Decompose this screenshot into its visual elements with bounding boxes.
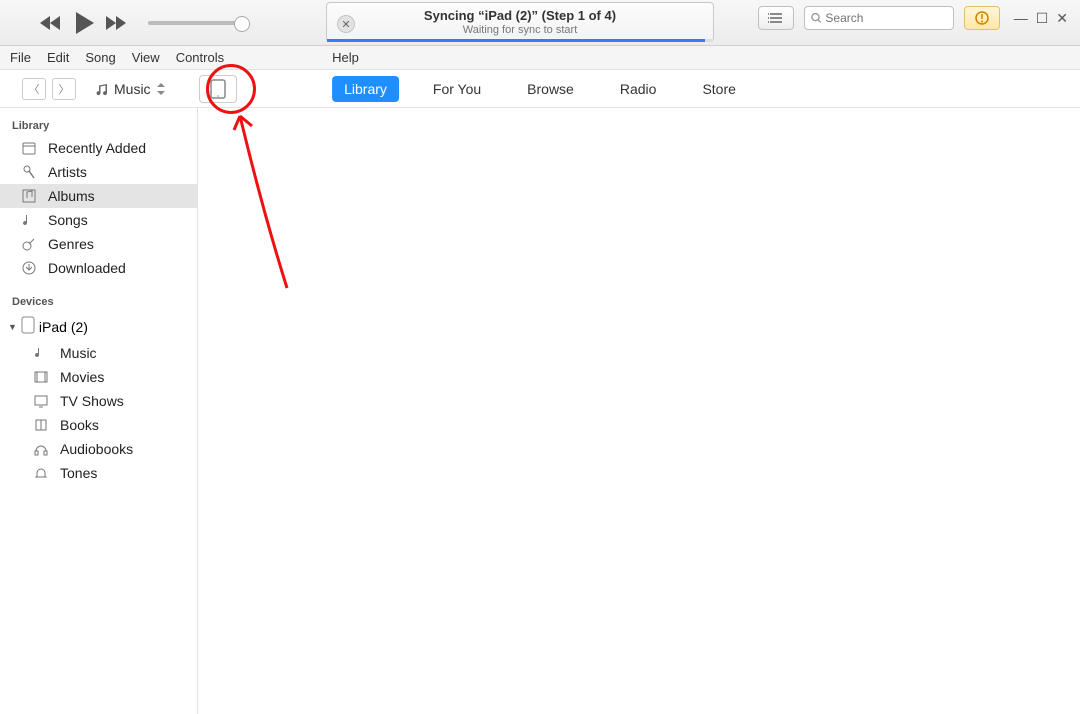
next-button[interactable] [106,16,128,30]
forward-button[interactable]: 〉 [52,78,76,100]
content-area [198,108,1080,714]
sidebar-item-songs[interactable]: Songs [0,208,197,232]
sidebar-item-label: Genres [48,236,94,252]
search-field[interactable] [825,11,946,25]
sidebar-item-label: Audiobooks [60,441,133,457]
chevron-updown-icon [157,83,165,95]
guitar-icon [20,236,38,252]
tab-store[interactable]: Store [690,76,747,102]
disclosure-triangle-icon[interactable]: ▼ [8,322,17,332]
music-icon [94,82,108,96]
sidebar-item-label: Songs [48,212,88,228]
search-input[interactable] [804,6,954,30]
volume-slider[interactable] [148,21,248,25]
back-button[interactable]: 〈 [22,78,46,100]
alert-button[interactable] [964,6,1000,30]
sidebar-item-label: Tones [60,465,97,481]
tab-library[interactable]: Library [332,76,399,102]
menu-help[interactable]: Help [332,50,359,65]
ipad-icon [210,79,226,99]
clock-icon [20,140,38,156]
menu-controls[interactable]: Controls [176,50,224,65]
sidebar-item-downloaded[interactable]: Downloaded [0,256,197,280]
previous-button[interactable] [40,16,62,30]
search-icon [811,12,822,24]
mic-icon [20,164,38,180]
download-icon [20,260,38,276]
sidebar-header-devices: Devices [0,290,197,312]
playback-controls [40,12,248,34]
sidebar-device-audiobooks[interactable]: Audiobooks [0,437,197,461]
menu-song[interactable]: Song [85,50,115,65]
minimize-button[interactable]: — [1014,10,1028,27]
sidebar-item-recently-added[interactable]: Recently Added [0,136,197,160]
sidebar-item-albums[interactable]: Albums [0,184,197,208]
sidebar-item-label: TV Shows [60,393,124,409]
device-button[interactable] [199,75,237,103]
note-icon [32,346,50,360]
sidebar-item-label: Downloaded [48,260,126,276]
sidebar-item-label: Albums [48,188,95,204]
maximize-button[interactable]: ☐ [1036,10,1049,27]
sidebar-item-genres[interactable]: Genres [0,232,197,256]
sidebar-item-label: Artists [48,164,87,180]
ipad-icon [21,316,35,337]
tab-browse[interactable]: Browse [515,76,586,102]
sidebar-item-label: Music [60,345,97,361]
nav-row: 〈 〉 Music Library For You Browse Radio S… [0,70,1080,108]
media-selector[interactable]: Music [94,81,165,97]
nav-tabs: Library For You Browse Radio Store [332,76,748,102]
menu-bar: File Edit Song View Controls Help [0,46,1080,70]
alert-icon [975,11,989,25]
window-controls: — ☐ ✕ [1014,10,1068,27]
sync-title: Syncing “iPad (2)” (Step 1 of 4) [424,8,616,23]
cancel-sync-button[interactable]: ✕ [337,15,355,33]
sync-progress [327,39,713,42]
list-view-button[interactable] [758,6,794,30]
sidebar: Library Recently Added Artists Albums So… [0,108,198,714]
sidebar-device-music[interactable]: Music [0,341,197,365]
sidebar-device-movies[interactable]: Movies [0,365,197,389]
sidebar-header-library: Library [0,114,197,136]
headphones-icon [32,442,50,456]
menu-edit[interactable]: Edit [47,50,69,65]
bell-icon [32,466,50,480]
film-icon [32,370,50,384]
media-selector-label: Music [114,81,151,97]
play-button[interactable] [74,12,94,34]
sync-subtitle: Waiting for sync to start [463,24,578,36]
sidebar-device-books[interactable]: Books [0,413,197,437]
status-display: ✕ Syncing “iPad (2)” (Step 1 of 4) Waiti… [326,2,714,42]
sidebar-device-ipad[interactable]: ▼ iPad (2) [0,312,197,341]
sidebar-device-tv-shows[interactable]: TV Shows [0,389,197,413]
sidebar-item-label: Books [60,417,99,433]
sidebar-item-label: Recently Added [48,140,146,156]
menu-file[interactable]: File [10,50,31,65]
tab-radio[interactable]: Radio [608,76,669,102]
sidebar-item-artists[interactable]: Artists [0,160,197,184]
sidebar-device-label: iPad (2) [39,319,88,335]
note-icon [20,212,38,228]
tab-for-you[interactable]: For You [421,76,493,102]
tv-icon [32,394,50,408]
sidebar-device-tones[interactable]: Tones [0,461,197,485]
sidebar-item-label: Movies [60,369,104,385]
player-bar: ✕ Syncing “iPad (2)” (Step 1 of 4) Waiti… [0,0,1080,46]
book-icon [32,418,50,432]
menu-view[interactable]: View [132,50,160,65]
album-icon [20,188,38,204]
close-button[interactable]: ✕ [1056,10,1068,27]
